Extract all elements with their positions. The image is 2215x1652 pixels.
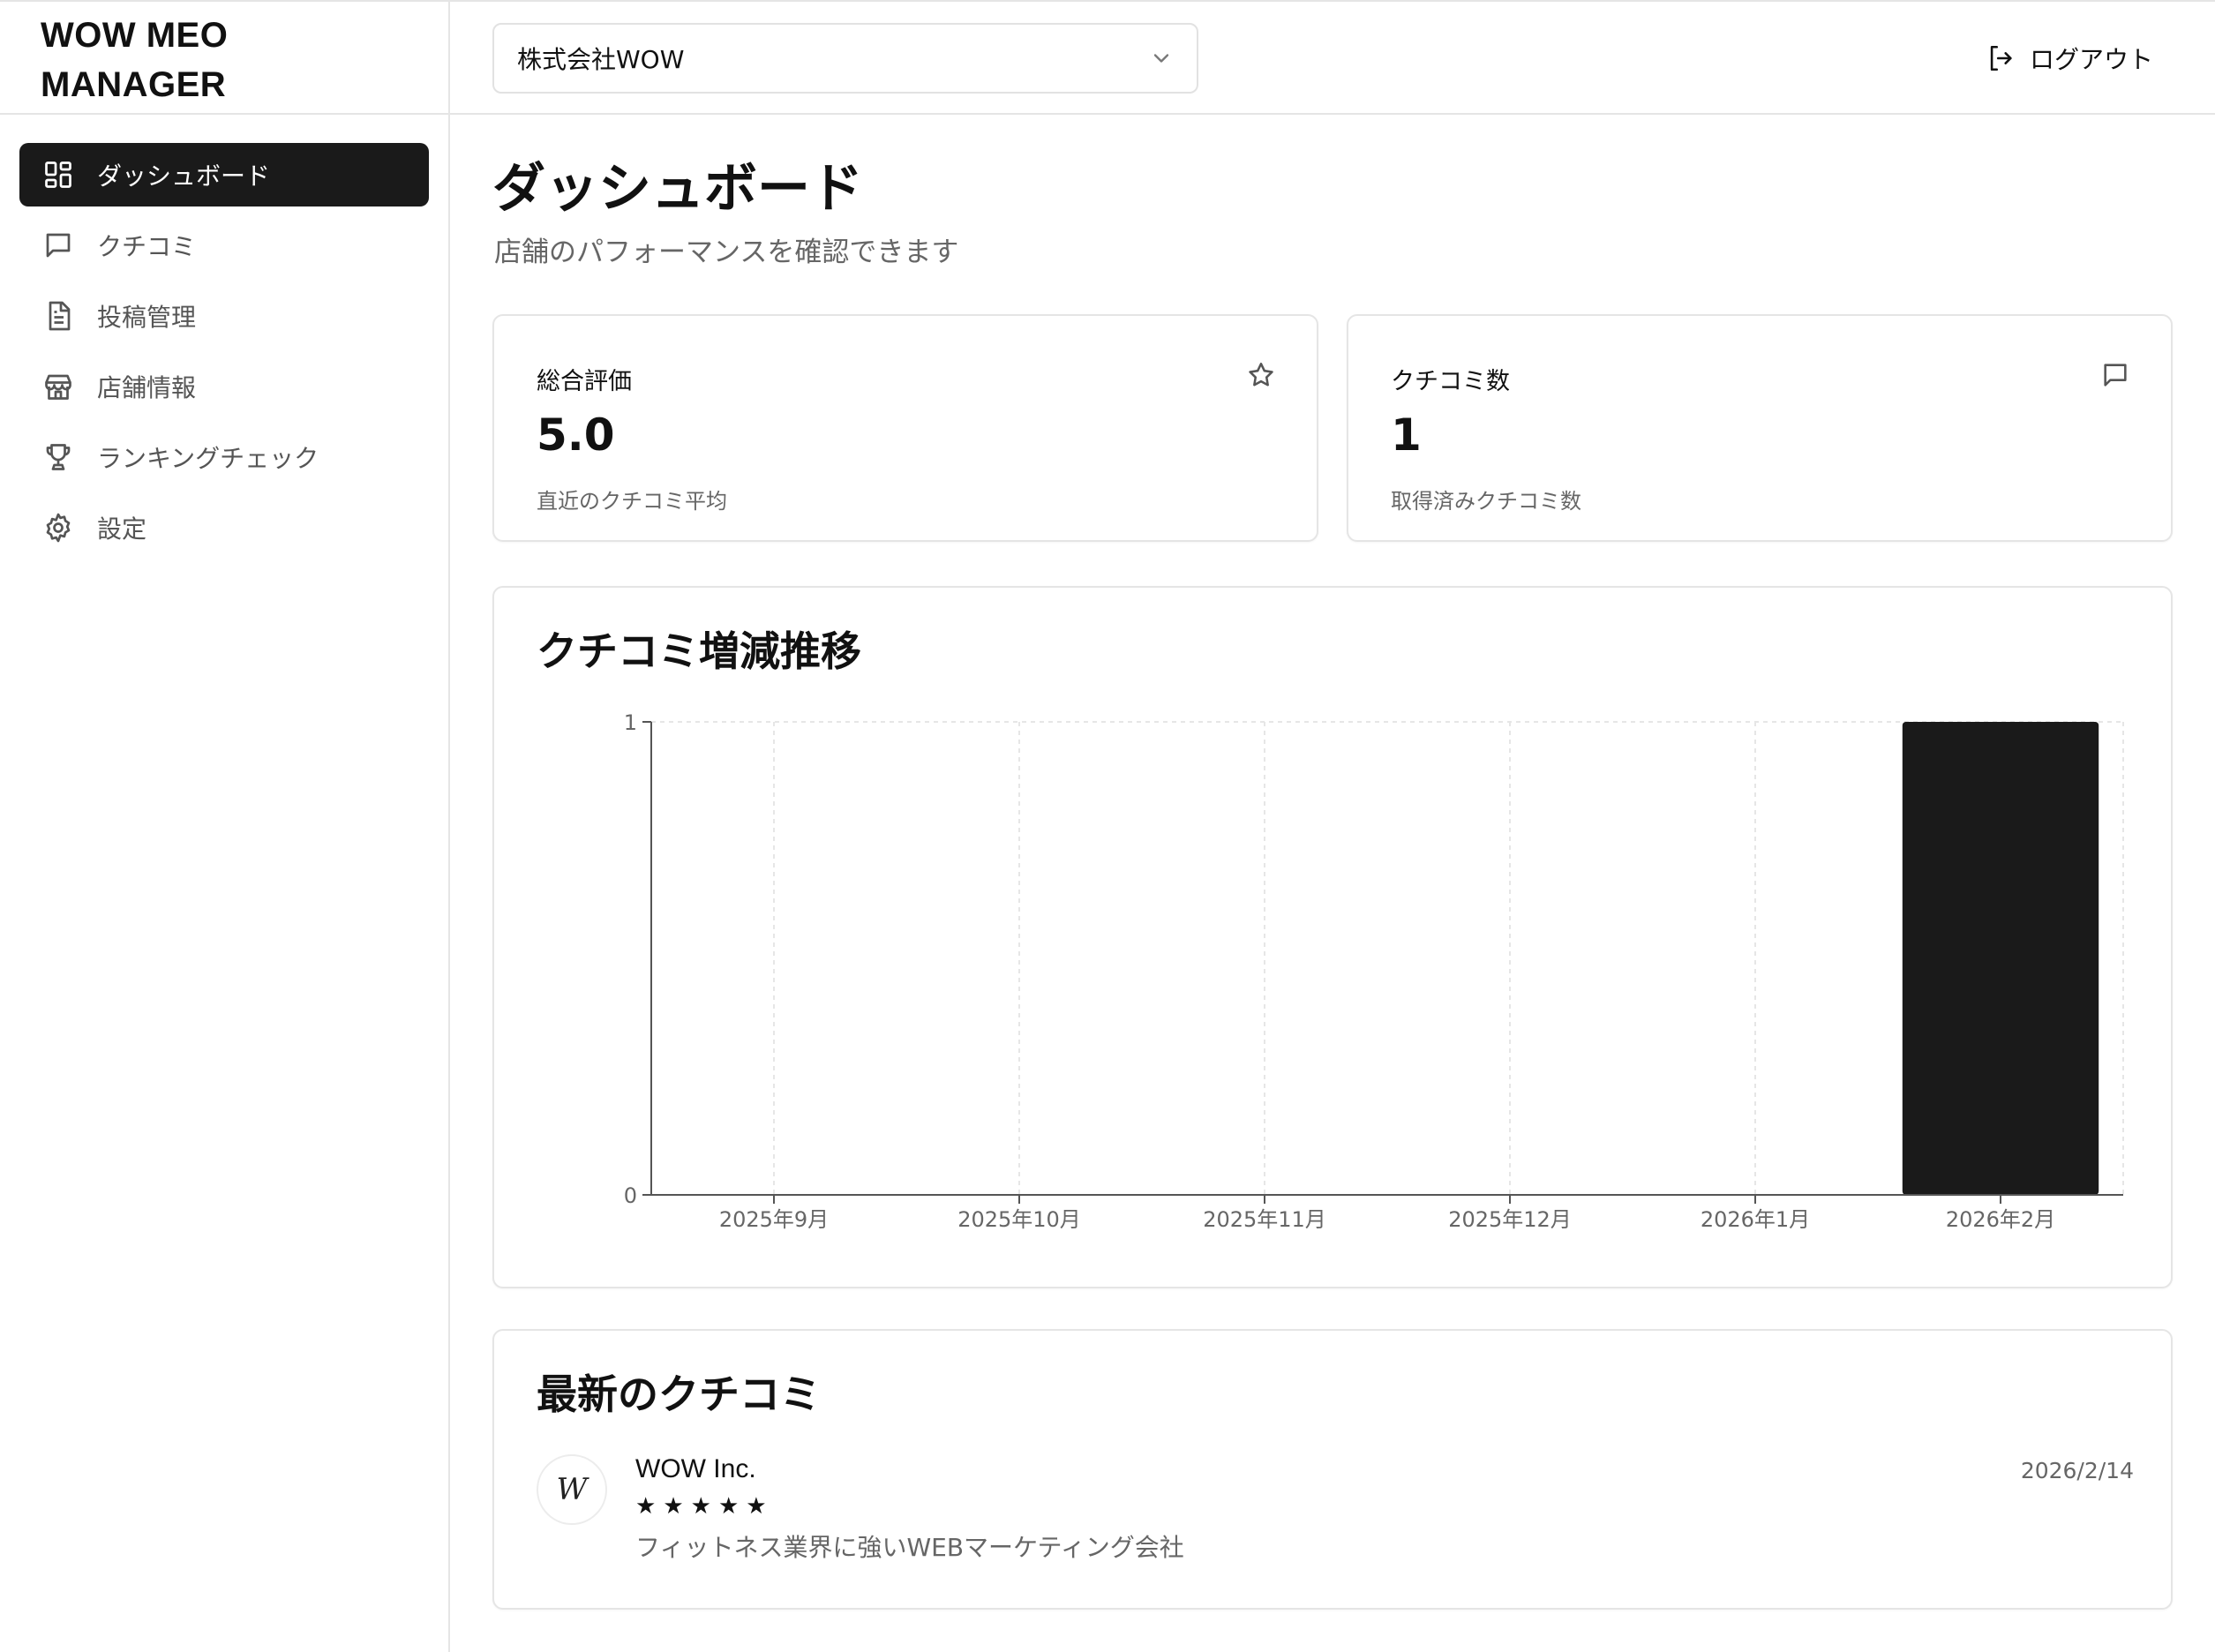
app-window: WOW MEO MANAGER ダッシュボード クチコミ 投稿管理 店舗情報 ラ… — [0, 0, 2215, 1652]
avatar-initial: W — [556, 1472, 588, 1507]
review-count-stat-card: クチコミ数 1 取得済みクチコミ数 — [1347, 314, 2173, 542]
logout-button[interactable]: ログアウト — [1986, 37, 2153, 79]
sidebar-item-reviews[interactable]: クチコミ — [19, 214, 429, 277]
stat-label: 総合評価 — [537, 368, 632, 395]
x-tick-label: 2025年10月 — [957, 1207, 1081, 1232]
avatar: W — [537, 1454, 607, 1525]
document-icon — [41, 298, 76, 334]
reviewer-name: WOW Inc. — [635, 1454, 756, 1483]
y-tick-label: 1 — [624, 710, 637, 735]
sidebar-item-label: ランキングチェック — [97, 444, 319, 473]
star-rating-icon: ★ — [663, 1493, 684, 1520]
chart-bar — [1902, 722, 2099, 1195]
page-title: ダッシュボード — [492, 158, 863, 220]
sidebar-item-dashboard[interactable]: ダッシュボード — [19, 143, 429, 206]
trophy-icon — [41, 439, 76, 475]
sidebar-item-store-info[interactable]: 店舗情報 — [19, 355, 429, 418]
sidebar-nav: ダッシュボード クチコミ 投稿管理 店舗情報 ランキングチェック 設定 — [0, 115, 448, 559]
rating-stat-card: 総合評価 5.0 直近のクチコミ平均 — [492, 314, 1318, 542]
gear-icon — [41, 510, 76, 545]
stat-value: 5.0 — [537, 409, 615, 461]
chevron-down-icon — [1153, 54, 1169, 63]
message-icon — [2100, 360, 2130, 390]
stat-subtext: 直近のクチコミ平均 — [537, 489, 727, 514]
review-trend-card: クチコミ増減推移 0 1 2025年9月 2025年10月 2025年11月 2025年1… — [492, 586, 2173, 1288]
star-rating-icon: ★ — [717, 1493, 740, 1520]
x-tick-label: 2025年9月 — [719, 1207, 829, 1232]
stat-label: クチコミ数 — [1391, 368, 1510, 395]
top-header: 株式会社WOW ログアウト — [450, 2, 2215, 115]
stat-subtext: 取得済みクチコミ数 — [1391, 489, 1581, 514]
star-icon — [1246, 360, 1276, 390]
dashboard-grid-icon — [41, 157, 76, 192]
latest-reviews-card: 最新のクチコミ W WOW Inc. ★ ★ ★ ★ ★ フィットネス業界に強いWEBマ… — [492, 1329, 2173, 1610]
sidebar-item-ranking[interactable]: ランキングチェック — [19, 425, 429, 489]
brand: WOW MEO MANAGER — [0, 2, 448, 115]
sidebar-item-label: ダッシュボード — [97, 161, 271, 191]
x-tick-label: 2025年11月 — [1203, 1207, 1326, 1232]
sidebar: WOW MEO MANAGER ダッシュボード クチコミ 投稿管理 店舗情報 ラ… — [0, 2, 450, 1652]
review-item[interactable]: W WOW Inc. ★ ★ ★ ★ ★ フィットネス業界に強いWEBマーケティング会社… — [537, 1454, 2134, 1569]
star-rating-icon: ★ — [746, 1493, 767, 1520]
x-tick-label: 2025年12月 — [1448, 1207, 1572, 1232]
store-select[interactable]: 株式会社WOW — [492, 23, 1198, 94]
review-stars: ★ ★ ★ ★ ★ — [635, 1493, 767, 1520]
logout-icon — [1990, 45, 2012, 71]
sidebar-item-label: 店舗情報 — [97, 373, 197, 402]
review-text: フィットネス業界に強いWEBマーケティング会社 — [635, 1533, 1184, 1562]
store-select-value: 株式会社WOW — [517, 45, 685, 74]
sidebar-item-settings[interactable]: 設定 — [19, 496, 429, 559]
y-tick-label: 0 — [624, 1183, 637, 1208]
review-date: 2026/2/14 — [2020, 1458, 2134, 1483]
x-tick-label: 2026年1月 — [1701, 1207, 1810, 1232]
sidebar-item-posts[interactable]: 投稿管理 — [19, 284, 429, 348]
store-icon — [41, 369, 76, 404]
sidebar-item-label: 設定 — [97, 514, 147, 544]
page-subtitle: 店舗のパフォーマンスを確認できます — [494, 237, 959, 268]
app-title: WOW MEO MANAGER — [41, 16, 229, 104]
review-trend-chart: 0 1 2025年9月 2025年10月 2025年11月 2025年12月 2026年1月… — [624, 710, 2124, 1232]
star-rating-icon: ★ — [635, 1493, 657, 1520]
latest-reviews-title: 最新のクチコミ — [537, 1370, 821, 1418]
star-rating-icon: ★ — [690, 1493, 711, 1520]
logout-label: ログアウト — [2029, 45, 2153, 74]
sidebar-item-label: 投稿管理 — [97, 303, 197, 332]
sidebar-item-label: クチコミ — [97, 232, 197, 261]
message-icon — [41, 228, 76, 263]
stat-value: 1 — [1391, 409, 1422, 461]
x-tick-label: 2026年2月 — [1946, 1207, 2055, 1232]
